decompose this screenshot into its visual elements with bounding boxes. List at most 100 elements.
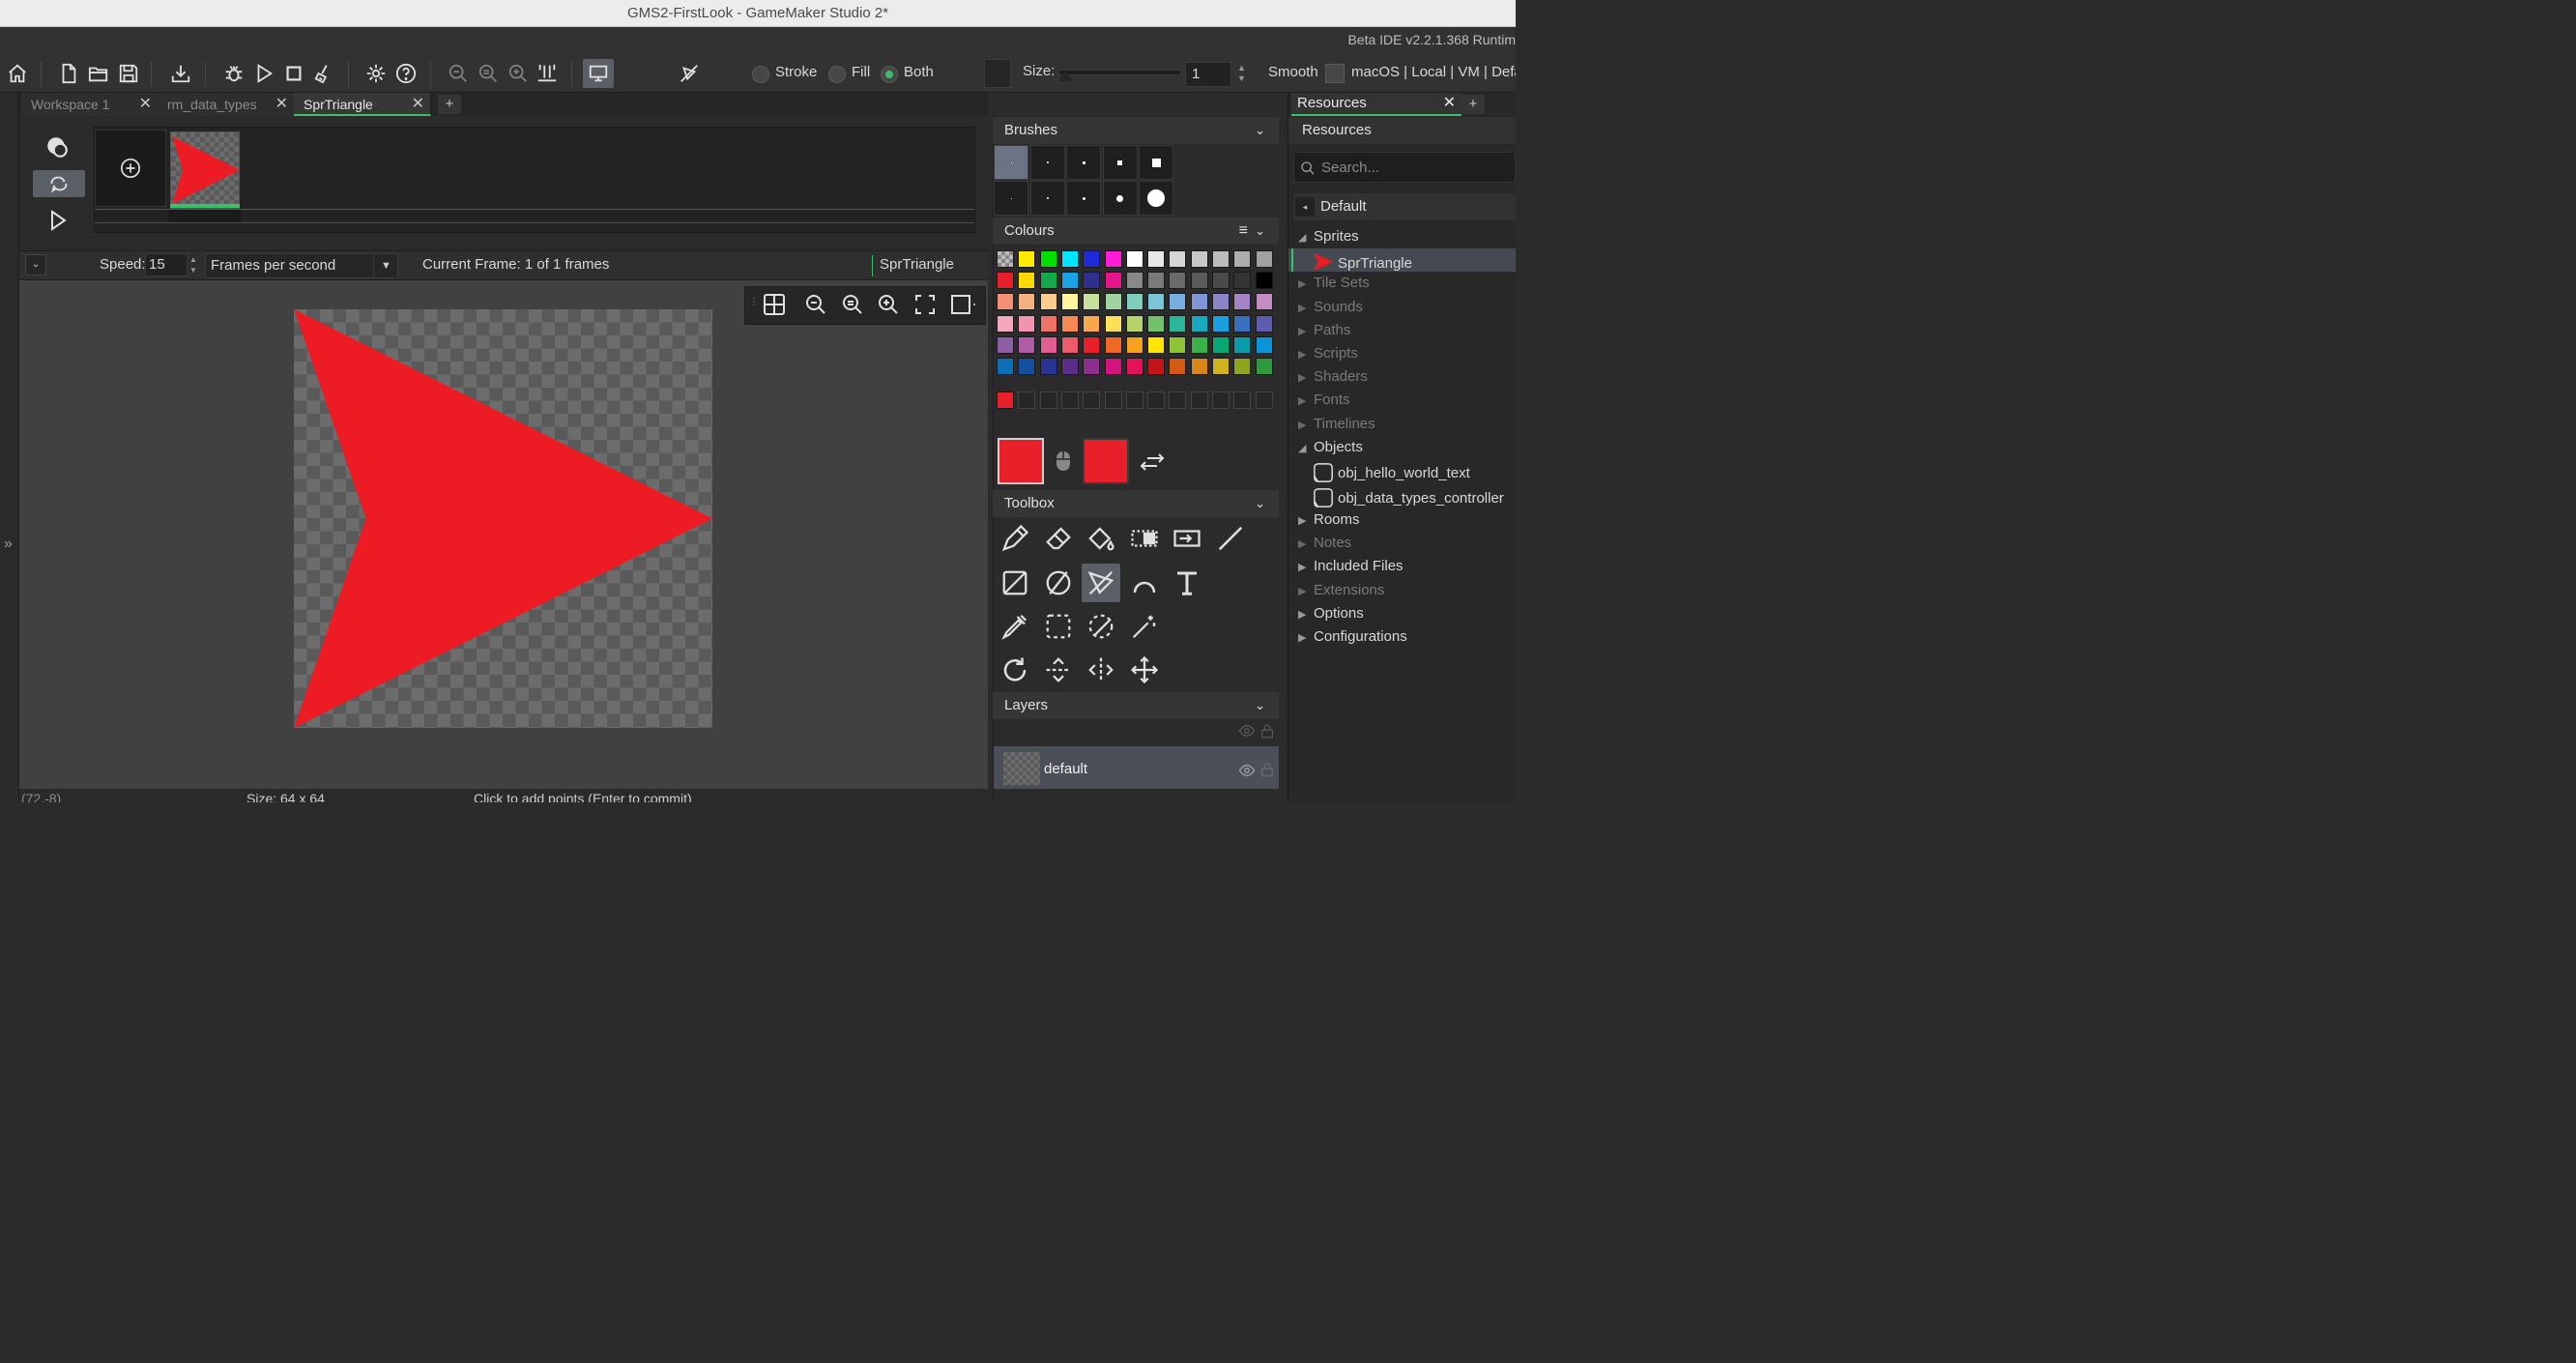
palette-swatch[interactable]	[1190, 272, 1208, 290]
zoom-reset-icon[interactable]	[476, 61, 501, 86]
gear-icon[interactable]	[363, 61, 389, 86]
fullscreen-icon[interactable]	[913, 293, 939, 318]
tree-folder[interactable]: ▶ Paths	[1298, 322, 1350, 338]
palette-swatch[interactable]	[1212, 293, 1230, 311]
palette-swatch[interactable]	[1147, 272, 1166, 290]
tab-rm-data-types[interactable]: rm_data_types ✕	[158, 93, 295, 116]
palette-swatch[interactable]	[1018, 335, 1036, 354]
size-slider-handle[interactable]	[1058, 70, 1072, 81]
collapsed-arrow-icon[interactable]: ▶	[1298, 371, 1310, 384]
palette-swatch[interactable]	[1104, 314, 1122, 333]
tree-folder[interactable]: ▶ Timelines	[1298, 416, 1375, 432]
tree-folder[interactable]: ◢ Objects	[1298, 439, 1363, 455]
paste-tool-icon[interactable]	[1168, 519, 1206, 558]
custom-colour-slot[interactable]	[1083, 392, 1101, 409]
brushes-header[interactable]: Brushes ⌄	[993, 117, 1279, 144]
custom-colour-slot[interactable]	[1018, 392, 1036, 409]
lock-icon[interactable]	[1259, 760, 1275, 784]
speed-input[interactable]: 15	[145, 253, 188, 276]
custom-colour-slot[interactable]	[1212, 392, 1230, 409]
palette-swatch[interactable]	[1233, 314, 1252, 333]
help-icon[interactable]	[393, 61, 419, 86]
palette-swatch[interactable]	[1125, 335, 1143, 354]
grid-icon[interactable]	[763, 293, 788, 318]
custom-colour-slot[interactable]	[1039, 392, 1057, 409]
close-tab-icon[interactable]: ✕	[139, 93, 152, 116]
palette-swatch[interactable]	[1255, 293, 1273, 311]
palette-swatch[interactable]	[1125, 272, 1143, 290]
tab-workspace-1[interactable]: Workspace 1 ✕	[21, 93, 159, 116]
tree-item[interactable]: SprTriangle	[1313, 251, 1412, 273]
collapsed-arrow-icon[interactable]: ▶	[1298, 394, 1310, 407]
magic-wand-tool-icon[interactable]	[1125, 607, 1164, 646]
new-file-icon[interactable]	[56, 61, 81, 86]
brush-size-option[interactable]	[994, 181, 1028, 216]
chevron-down-icon[interactable]: ⌄	[1255, 692, 1265, 719]
size-slider[interactable]	[1058, 70, 1181, 75]
collapsed-arrow-icon[interactable]: ▶	[1298, 514, 1310, 527]
lock-icon[interactable]	[1259, 721, 1275, 745]
collapse-frames-icon[interactable]: ⌄	[25, 254, 46, 276]
palette-swatch[interactable]	[1147, 314, 1166, 333]
stamp-tool-icon[interactable]	[1125, 519, 1164, 558]
both-radio[interactable]	[881, 66, 898, 83]
palette-swatch[interactable]	[1039, 293, 1057, 311]
brush-size-option[interactable]	[1102, 181, 1138, 216]
palette-swatch[interactable]	[1060, 272, 1079, 290]
palette-swatch[interactable]	[1060, 358, 1079, 375]
close-tab-icon[interactable]: ✕	[412, 93, 424, 116]
frame-thumbnail[interactable]	[170, 131, 240, 209]
loop-button[interactable]	[33, 170, 85, 197]
palette-swatch[interactable]	[1212, 250, 1230, 268]
palette-swatch[interactable]	[1018, 293, 1036, 311]
tree-folder[interactable]: ▶ Rooms	[1298, 511, 1360, 528]
brush-size-option[interactable]	[1066, 181, 1101, 216]
open-folder-icon[interactable]	[86, 61, 111, 86]
palette-swatch[interactable]	[1083, 250, 1101, 268]
group-selector[interactable]: ◂ Default	[1293, 193, 1516, 220]
palette-swatch[interactable]	[1104, 250, 1122, 268]
palette-swatch[interactable]	[1233, 250, 1252, 268]
palette-swatch[interactable]	[1147, 335, 1166, 354]
background-toggle-icon[interactable]	[950, 293, 979, 318]
palette-swatch[interactable]	[1233, 358, 1252, 375]
left-dock-strip[interactable]: »	[0, 93, 19, 802]
tab-sprtriangle[interactable]: SprTriangle ✕	[294, 93, 431, 116]
palette-swatch[interactable]	[1255, 314, 1273, 333]
palette-swatch[interactable]	[997, 358, 1014, 375]
palette-swatch[interactable]	[1190, 293, 1208, 311]
select-brush-tool-icon[interactable]	[1082, 607, 1120, 646]
palette-swatch[interactable]	[1104, 293, 1122, 311]
swap-colours-icon[interactable]	[1138, 449, 1167, 476]
home-icon[interactable]	[5, 61, 30, 86]
palette-swatch[interactable]	[1125, 314, 1143, 333]
close-tab-icon[interactable]: ✕	[275, 93, 288, 116]
ellipse-tool-icon[interactable]	[1039, 564, 1078, 602]
palette-swatch[interactable]	[1104, 272, 1122, 290]
chevron-down-icon[interactable]: ⌄	[1255, 218, 1265, 245]
palette-swatch[interactable]	[1147, 250, 1166, 268]
palette-swatch[interactable]	[1039, 250, 1057, 268]
expanded-arrow-icon[interactable]: ◢	[1298, 231, 1310, 244]
palette-swatch[interactable]	[1083, 314, 1101, 333]
palette-swatch[interactable]	[1255, 250, 1273, 268]
palette-swatch[interactable]	[1255, 358, 1273, 375]
select-rectangle-tool-icon[interactable]	[1039, 607, 1078, 646]
onion-skin-icon[interactable]	[44, 134, 72, 161]
brush-size-option[interactable]	[1066, 145, 1101, 180]
palette-swatch[interactable]	[1233, 272, 1252, 290]
palette-swatch[interactable]	[1018, 272, 1036, 290]
palette-swatch[interactable]	[997, 314, 1014, 333]
palette-swatch[interactable]	[1039, 335, 1057, 354]
palette-swatch[interactable]	[997, 250, 1014, 268]
arc-tool-icon[interactable]	[1125, 564, 1164, 602]
fill-bucket-tool-icon[interactable]	[1082, 519, 1120, 558]
palette-swatch[interactable]	[1104, 358, 1122, 375]
palette-swatch[interactable]	[1039, 314, 1057, 333]
flip-vertical-tool-icon[interactable]	[1039, 651, 1078, 689]
palette-swatch[interactable]	[1060, 293, 1079, 311]
custom-colour-slot[interactable]	[1060, 392, 1079, 409]
palette-swatch[interactable]	[1212, 272, 1230, 290]
eraser-tool-icon[interactable]	[1039, 519, 1078, 558]
palette-swatch[interactable]	[1083, 358, 1101, 375]
